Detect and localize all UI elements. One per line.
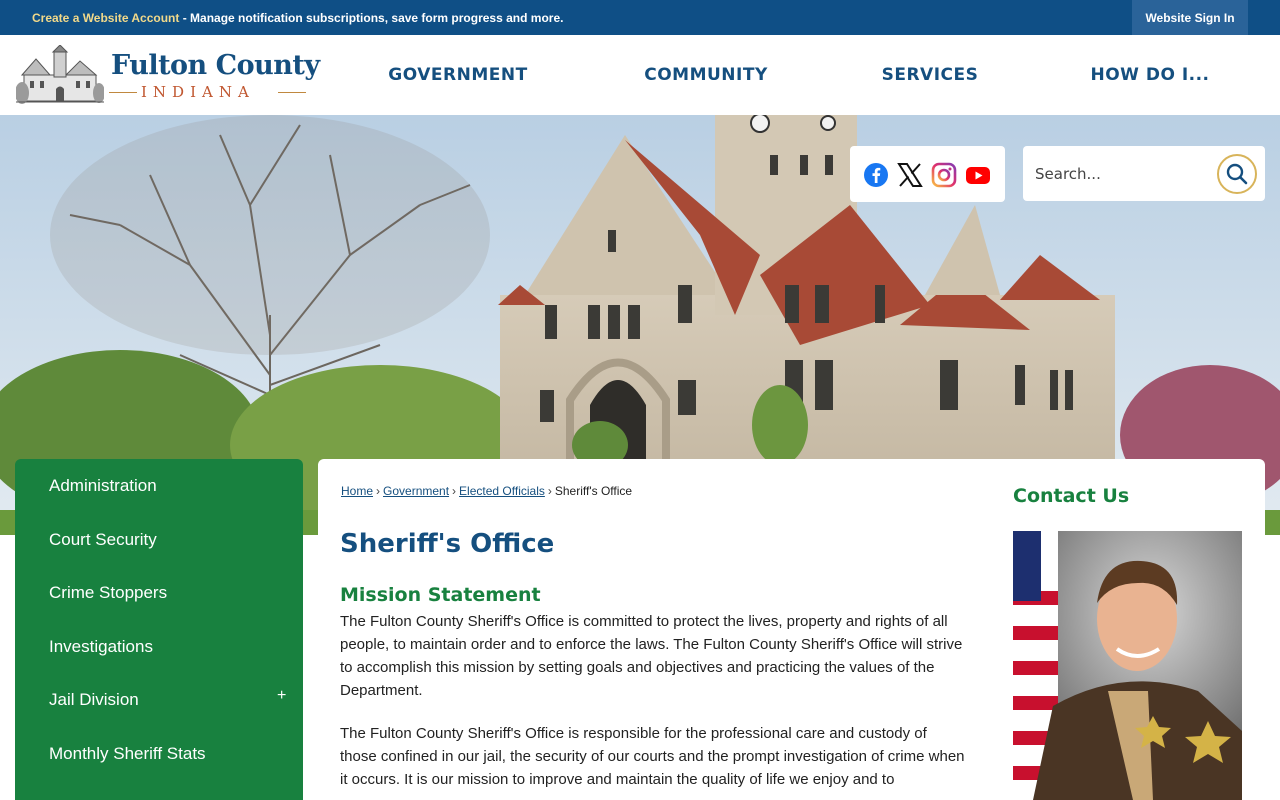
social-media-panel [850, 146, 1005, 202]
nav-government[interactable]: GOVERNMENT [370, 35, 546, 115]
logo-subtitle: INDIANA [141, 83, 255, 101]
facebook-icon[interactable] [863, 162, 889, 188]
sidebar-item-label: Jail Division [49, 689, 139, 709]
breadcrumb-separator: › [376, 484, 381, 498]
account-message: Create a Website Account - Manage notifi… [32, 11, 563, 25]
site-header: Fulton County INDIANA GOVERNMENT COMMUNI… [0, 35, 1280, 115]
courthouse-logo-icon [16, 45, 104, 104]
sidebar-item-administration[interactable]: Administration [15, 459, 303, 512]
sidebar-item-label: Monthly Sheriff Stats [49, 743, 206, 763]
mission-paragraph: The Fulton County Sheriff's Office is co… [340, 613, 963, 699]
sidebar-nav: Administration Court Security Crime Stop… [15, 459, 303, 800]
sidebar-item-court-security[interactable]: Court Security [15, 513, 303, 566]
breadcrumb-current: Sheriff's Office [554, 484, 633, 498]
sheriff-photo [1013, 531, 1242, 800]
nav-how-do-i[interactable]: HOW DO I... [1080, 35, 1220, 115]
page-title: Sheriff's Office [340, 529, 555, 559]
create-account-link[interactable]: Create a Website Account [32, 11, 179, 25]
sidebar-item-crime-stoppers[interactable]: Crime Stoppers [15, 566, 303, 619]
breadcrumb-separator: › [452, 484, 457, 498]
sidebar-item-investigations[interactable]: Investigations [15, 620, 303, 673]
x-twitter-icon[interactable] [897, 162, 923, 188]
sidebar-item-label: Crime Stoppers [49, 582, 168, 602]
expand-plus-icon[interactable]: + [277, 687, 286, 705]
main-content: Home › Government › Elected Officials › Sherif… [318, 459, 1265, 800]
breadcrumb-elected-officials[interactable]: Elected Officials [459, 484, 545, 498]
account-message-text: - Manage notification subscriptions, sav… [179, 11, 564, 25]
search-button[interactable] [1217, 154, 1257, 194]
breadcrumb-government[interactable]: Government [383, 484, 449, 498]
logo-rule-right [278, 92, 306, 93]
top-notification-bar: Create a Website Account - Manage notifi… [0, 0, 1280, 35]
sidebar-item-label: Court Security [49, 529, 157, 549]
sidebar-item-label: Administration [49, 475, 157, 495]
site-logo[interactable]: Fulton County INDIANA [16, 45, 320, 107]
sheriff-portrait-image [1013, 531, 1242, 800]
website-sign-in-button[interactable]: Website Sign In [1132, 0, 1248, 35]
search-icon [1226, 163, 1248, 185]
contact-heading: Contact Us [1013, 485, 1130, 507]
breadcrumb-home[interactable]: Home [341, 484, 373, 498]
youtube-icon[interactable] [965, 162, 991, 188]
responsibility-paragraph: The Fulton County Sheriff's Office is re… [340, 725, 965, 788]
sidebar-item-monthly-sheriff-stats[interactable]: Monthly Sheriff Stats [15, 727, 303, 780]
logo-rule-left [109, 92, 137, 93]
search-input[interactable] [1035, 156, 1215, 191]
breadcrumb-separator: › [547, 484, 552, 498]
mission-heading: Mission Statement [340, 584, 541, 606]
logo-title: Fulton County [111, 50, 320, 81]
sidebar-item-label: Investigations [49, 636, 153, 656]
nav-services[interactable]: SERVICES [860, 35, 1000, 115]
site-search [1023, 146, 1265, 201]
nav-community[interactable]: COMMUNITY [620, 35, 792, 115]
sidebar-item-jail-division[interactable]: Jail Division + [15, 673, 303, 726]
breadcrumb: Home › Government › Elected Officials › Sherif… [341, 484, 632, 498]
instagram-icon[interactable] [931, 162, 957, 188]
